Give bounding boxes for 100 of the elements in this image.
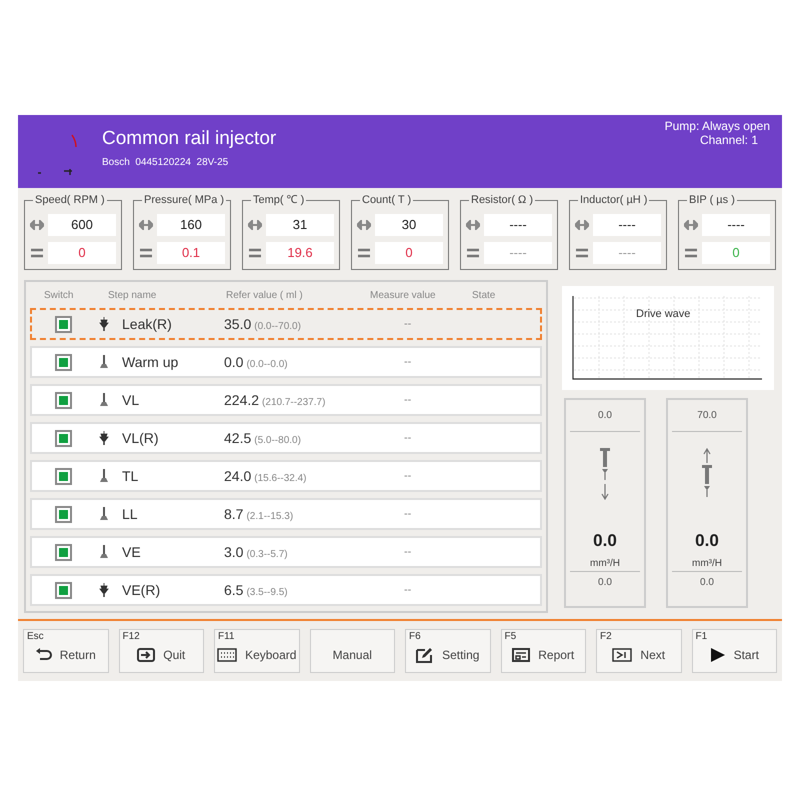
- measure-value: --: [404, 468, 412, 484]
- meter-value: 0.0: [593, 530, 617, 552]
- refer-range: (210.7--237.7): [262, 396, 326, 410]
- key-label: Esc: [27, 631, 44, 643]
- report-icon: [512, 648, 530, 662]
- gauge-label: Resistor( Ω ): [469, 193, 536, 207]
- key-label: F1: [696, 631, 708, 643]
- measured-value-field: 0: [702, 242, 770, 264]
- step-row[interactable]: VE 3.0 (0.3--5.7) --: [30, 536, 542, 568]
- measure-value: --: [404, 392, 412, 408]
- step-checkbox[interactable]: [54, 430, 72, 446]
- key-label: F6: [409, 631, 421, 643]
- measure-value: --: [404, 506, 412, 522]
- step-checkbox[interactable]: [54, 316, 72, 332]
- equals-icon: [466, 248, 480, 258]
- set-value-field: ----: [484, 214, 552, 236]
- injector-icon: [99, 431, 109, 445]
- injector-icon: [99, 355, 109, 369]
- step-row[interactable]: VE(R) 6.5 (3.5--9.5) --: [30, 574, 542, 606]
- double-arrow-icon: [248, 220, 262, 230]
- set-value-field: 30: [375, 214, 443, 236]
- double-arrow-icon: [684, 220, 698, 230]
- step-row[interactable]: Leak(R) 35.0 (0.0--70.0) --: [30, 308, 542, 340]
- function-key-button[interactable]: F6 Setting: [405, 629, 490, 673]
- refer-range: (0.3--5.7): [246, 548, 288, 562]
- meter-value: 0.0: [695, 530, 719, 552]
- function-key-button[interactable]: Esc Return: [23, 629, 108, 673]
- set-value-field: 31: [266, 214, 334, 236]
- set-value-field: 160: [157, 214, 225, 236]
- column-header: Step name: [107, 288, 158, 302]
- column-header: Switch: [43, 288, 74, 302]
- measure-value: --: [404, 316, 412, 332]
- gauge-label: Count( T ): [360, 193, 414, 207]
- double-arrow-icon: [466, 220, 480, 230]
- refer-value: 24.0: [224, 466, 252, 486]
- edit-icon: [416, 647, 434, 663]
- refer-value: 6.5: [224, 580, 244, 600]
- function-key-button[interactable]: F2 Next: [596, 629, 682, 673]
- step-checkbox[interactable]: [54, 354, 72, 370]
- gauge-label: Pressure( MPa ): [142, 193, 226, 207]
- step-row[interactable]: LL 8.7 (2.1--15.3) --: [30, 498, 542, 530]
- refer-value: 8.7: [224, 504, 244, 524]
- step-name: TL: [121, 466, 140, 486]
- step-checkbox[interactable]: [54, 544, 72, 560]
- meter-bottom-value: 0.0: [570, 570, 640, 592]
- column-header: Refer value ( ml ): [225, 288, 304, 302]
- function-key-button[interactable]: F12 Quit: [118, 629, 204, 673]
- injector-model: Bosch 0445120224 28V-25: [102, 156, 230, 170]
- step-name: VL: [121, 390, 140, 410]
- step-checkbox[interactable]: [54, 392, 72, 408]
- pump-status: Pump: Always open: [664, 119, 770, 133]
- injector-icon: [99, 469, 109, 483]
- refer-range: (2.1--15.3): [246, 510, 294, 524]
- function-key-button[interactable]: F11 Keyboard: [214, 629, 300, 673]
- function-key-button[interactable]: F5 Report: [500, 629, 586, 673]
- measured-value-field: ----: [484, 242, 552, 264]
- key-label: F5: [504, 631, 516, 643]
- refer-range: (15.6--32.4): [254, 472, 306, 486]
- double-arrow-icon: [357, 220, 371, 230]
- step-checkbox[interactable]: [54, 582, 72, 598]
- meter-unit: mm³/H: [590, 556, 620, 570]
- step-name: VL(R): [121, 428, 160, 448]
- return-arrow-icon: [36, 648, 52, 662]
- step-row[interactable]: VL(R) 42.5 (5.0--80.0) --: [30, 422, 542, 454]
- step-row[interactable]: TL 24.0 (15.6--32.4) --: [30, 460, 542, 492]
- set-value-field: 600: [48, 214, 116, 236]
- gauge-label: Inductor( µH ): [578, 193, 650, 207]
- gauge-label: Temp( ℃ ): [251, 193, 306, 207]
- injector-icon: [99, 317, 109, 331]
- injector-up-arrow-icon: [701, 448, 713, 500]
- step-checkbox[interactable]: [54, 506, 72, 522]
- function-key-button[interactable]: F1 Start: [692, 629, 777, 673]
- column-header: Measure value: [370, 288, 437, 302]
- set-value-field: ----: [593, 214, 661, 236]
- injector-icon: [99, 583, 109, 597]
- double-arrow-icon: [139, 220, 153, 230]
- refer-value: 3.0: [224, 542, 244, 562]
- column-header: State: [472, 288, 496, 302]
- injector-down-arrow-icon: [599, 448, 611, 500]
- refer-value: 224.2: [224, 390, 260, 410]
- step-name: Leak(R): [121, 314, 173, 334]
- injector-icon: [99, 393, 109, 407]
- step-name: VE: [121, 542, 142, 562]
- chart-title: Drive wave: [636, 307, 690, 322]
- exit-icon: [137, 648, 156, 662]
- meter-top-value: 0.0: [570, 400, 640, 432]
- refer-range: (0.0--0.0): [246, 358, 288, 372]
- refer-range: (5.0--80.0): [254, 434, 301, 448]
- key-label: F2: [600, 631, 612, 643]
- key-label: F12: [122, 631, 140, 643]
- equals-icon: [30, 248, 44, 258]
- double-arrow-icon: [30, 220, 44, 230]
- measured-value-field: 0.1: [157, 242, 225, 264]
- function-key-button[interactable]: Manual: [310, 629, 395, 673]
- step-checkbox[interactable]: [54, 468, 72, 484]
- measure-value: --: [404, 354, 412, 370]
- refer-value: 35.0: [224, 314, 252, 334]
- step-row[interactable]: VL 224.2 (210.7--237.7) --: [30, 384, 542, 416]
- step-row[interactable]: Warm up 0.0 (0.0--0.0) --: [30, 346, 542, 378]
- measure-value: --: [404, 582, 412, 598]
